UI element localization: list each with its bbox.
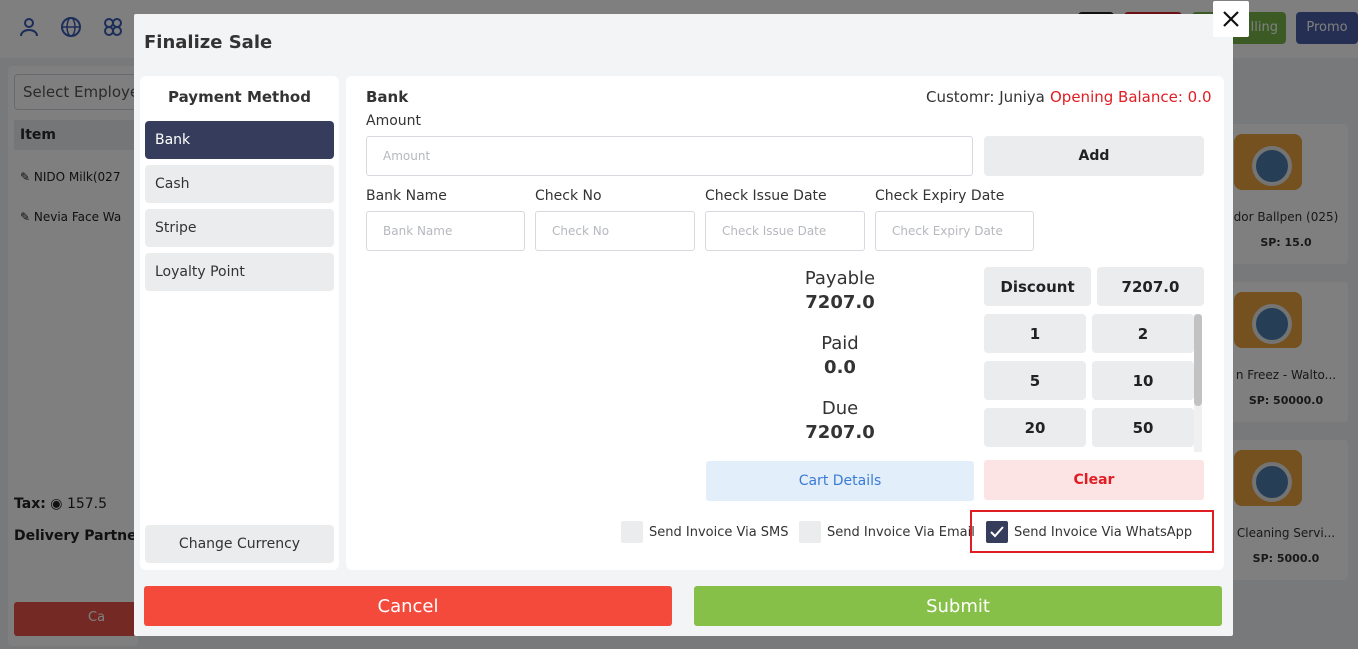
whatsapp-checkbox[interactable] bbox=[986, 521, 1008, 543]
payable-value: 7207.0 bbox=[805, 292, 875, 313]
whatsapp-option-label: Send Invoice Via WhatsApp bbox=[1014, 524, 1193, 540]
customer-name: Customr: Juniya bbox=[926, 88, 1045, 106]
submit-button[interactable]: Submit bbox=[694, 586, 1222, 626]
paid-label: Paid bbox=[821, 333, 859, 354]
payment-method-panel: Payment Method Bank Cash Stripe Loyalty … bbox=[140, 76, 339, 570]
email-checkbox[interactable] bbox=[799, 521, 821, 543]
amount-input[interactable] bbox=[366, 136, 973, 176]
keypad-key-20[interactable]: 20 bbox=[984, 408, 1086, 447]
keypad-key-2[interactable]: 2 bbox=[1092, 314, 1194, 353]
cancel-button[interactable]: Cancel bbox=[144, 586, 672, 626]
keypad-key-5[interactable]: 5 bbox=[984, 361, 1086, 400]
cart-details-button[interactable]: Cart Details bbox=[706, 461, 974, 501]
check-issue-date-input[interactable] bbox=[705, 211, 865, 251]
send-invoice-email-option[interactable]: Send Invoice Via Email bbox=[799, 520, 975, 544]
send-invoice-whatsapp-option[interactable]: Send Invoice Via WhatsApp bbox=[986, 520, 1192, 544]
close-button[interactable] bbox=[1213, 1, 1249, 37]
discount-value[interactable]: 7207.0 bbox=[1097, 267, 1204, 306]
email-option-label: Send Invoice Via Email bbox=[827, 524, 975, 540]
due-label: Due bbox=[821, 398, 859, 419]
payment-method-bank[interactable]: Bank bbox=[145, 121, 334, 159]
sms-checkbox[interactable] bbox=[621, 521, 643, 543]
check-no-input[interactable] bbox=[535, 211, 695, 251]
close-icon bbox=[1223, 11, 1239, 27]
due-value: 7207.0 bbox=[805, 422, 875, 443]
paid-value: 0.0 bbox=[824, 357, 856, 378]
payment-method-heading: Payment Method bbox=[168, 88, 311, 106]
check-no-label: Check No bbox=[535, 188, 602, 204]
scrollbar-thumb[interactable] bbox=[1194, 314, 1202, 406]
checkmark-icon bbox=[990, 526, 1004, 538]
clear-button[interactable]: Clear bbox=[984, 460, 1204, 500]
check-issue-date-label: Check Issue Date bbox=[705, 188, 827, 204]
bank-name-label: Bank Name bbox=[366, 188, 447, 204]
change-currency-button[interactable]: Change Currency bbox=[145, 525, 334, 563]
keypad-key-50[interactable]: 50 bbox=[1092, 408, 1194, 447]
check-expiry-date-input[interactable] bbox=[875, 211, 1034, 251]
payment-details-panel: Bank Customr: Juniya Opening Balance: 0.… bbox=[346, 76, 1224, 570]
keypad-key-10[interactable]: 10 bbox=[1092, 361, 1194, 400]
payable-label: Payable bbox=[804, 268, 876, 289]
modal-title: Finalize Sale bbox=[144, 32, 273, 53]
keypad-scrollbar[interactable] bbox=[1194, 314, 1202, 452]
discount-button[interactable]: Discount bbox=[984, 267, 1091, 306]
send-invoice-sms-option[interactable]: Send Invoice Via SMS bbox=[621, 520, 789, 544]
payment-method-loyalty-point[interactable]: Loyalty Point bbox=[145, 253, 334, 291]
payment-method-cash[interactable]: Cash bbox=[145, 165, 334, 203]
payment-method-title: Bank bbox=[366, 88, 409, 106]
keypad-scroll-area: 1 2 5 10 20 50 bbox=[984, 314, 1206, 452]
sms-option-label: Send Invoice Via SMS bbox=[649, 524, 789, 540]
add-button[interactable]: Add bbox=[984, 136, 1204, 176]
payment-method-stripe[interactable]: Stripe bbox=[145, 209, 334, 247]
check-expiry-date-label: Check Expiry Date bbox=[875, 188, 1005, 204]
keypad-key-1[interactable]: 1 bbox=[984, 314, 1086, 353]
opening-balance: Opening Balance: 0.0 bbox=[1050, 88, 1212, 106]
bank-name-input[interactable] bbox=[366, 211, 525, 251]
amount-label: Amount bbox=[366, 113, 422, 129]
